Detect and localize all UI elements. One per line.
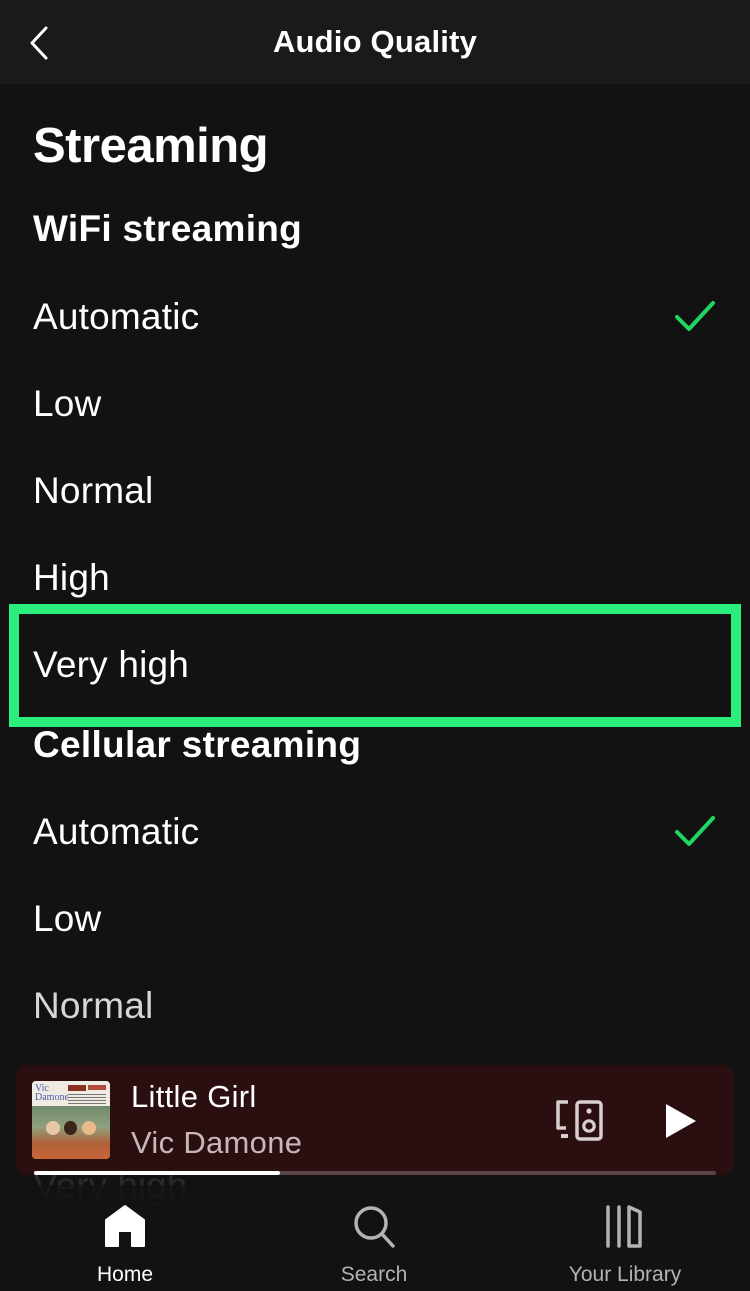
- option-label: Normal: [33, 985, 154, 1026]
- option-label: Normal: [33, 470, 154, 511]
- wifi-option-low[interactable]: Low: [0, 365, 750, 452]
- page-title: Audio Quality: [272, 24, 478, 59]
- nav-label: Your Library: [568, 1263, 682, 1286]
- playback-progress-fill: [34, 1171, 280, 1175]
- nav-label: Home: [96, 1263, 154, 1286]
- cellular-option-normal[interactable]: Normal: [0, 967, 750, 1054]
- bottom-navigation: Home Search Your Library: [0, 1185, 750, 1291]
- track-title: Little Girl: [131, 1079, 257, 1114]
- nav-label: Search: [340, 1263, 408, 1286]
- checkmark-icon: [675, 301, 715, 331]
- wifi-option-automatic[interactable]: Automatic: [0, 278, 750, 365]
- mini-player[interactable]: Vic Damone Little Girl Vic Damone: [16, 1065, 734, 1175]
- option-label: Automatic: [33, 811, 200, 852]
- track-artist: Vic Damone: [131, 1125, 303, 1160]
- search-icon: [354, 1206, 395, 1248]
- play-icon: [666, 1104, 696, 1138]
- cellular-option-low[interactable]: Low: [0, 880, 750, 967]
- section-title-streaming: Streaming: [33, 119, 269, 173]
- nav-tab-search[interactable]: Search: [274, 1199, 474, 1291]
- nav-tab-home[interactable]: Home: [25, 1199, 225, 1291]
- library-icon: [606, 1205, 642, 1248]
- nav-tab-your-library[interactable]: Your Library: [525, 1199, 725, 1291]
- option-label: High: [33, 557, 110, 598]
- home-icon: [105, 1205, 145, 1247]
- playback-progress-bar[interactable]: [34, 1171, 716, 1175]
- album-art: Vic Damone: [32, 1081, 110, 1159]
- devices-speaker-icon: [556, 1100, 603, 1141]
- play-button[interactable]: [662, 1101, 700, 1141]
- wifi-option-high[interactable]: High: [0, 539, 750, 626]
- option-label: Automatic: [33, 296, 200, 337]
- header-bar: Audio Quality: [0, 0, 750, 84]
- album-art-title: Vic Damone: [35, 1083, 69, 1103]
- group-title-wifi: WiFi streaming: [33, 208, 303, 249]
- wifi-option-very-high[interactable]: Very high: [0, 626, 750, 713]
- group-title-cellular: Cellular streaming: [33, 724, 362, 765]
- option-label: Low: [33, 898, 102, 939]
- checkmark-icon: [675, 816, 715, 846]
- connect-devices-button[interactable]: [554, 1098, 606, 1142]
- cellular-option-automatic[interactable]: Automatic: [0, 793, 750, 880]
- settings-content[interactable]: Streaming WiFi streaming Automatic Low N…: [0, 84, 750, 1084]
- option-label: Low: [33, 383, 102, 424]
- option-label: Very high: [33, 644, 190, 685]
- wifi-option-normal[interactable]: Normal: [0, 452, 750, 539]
